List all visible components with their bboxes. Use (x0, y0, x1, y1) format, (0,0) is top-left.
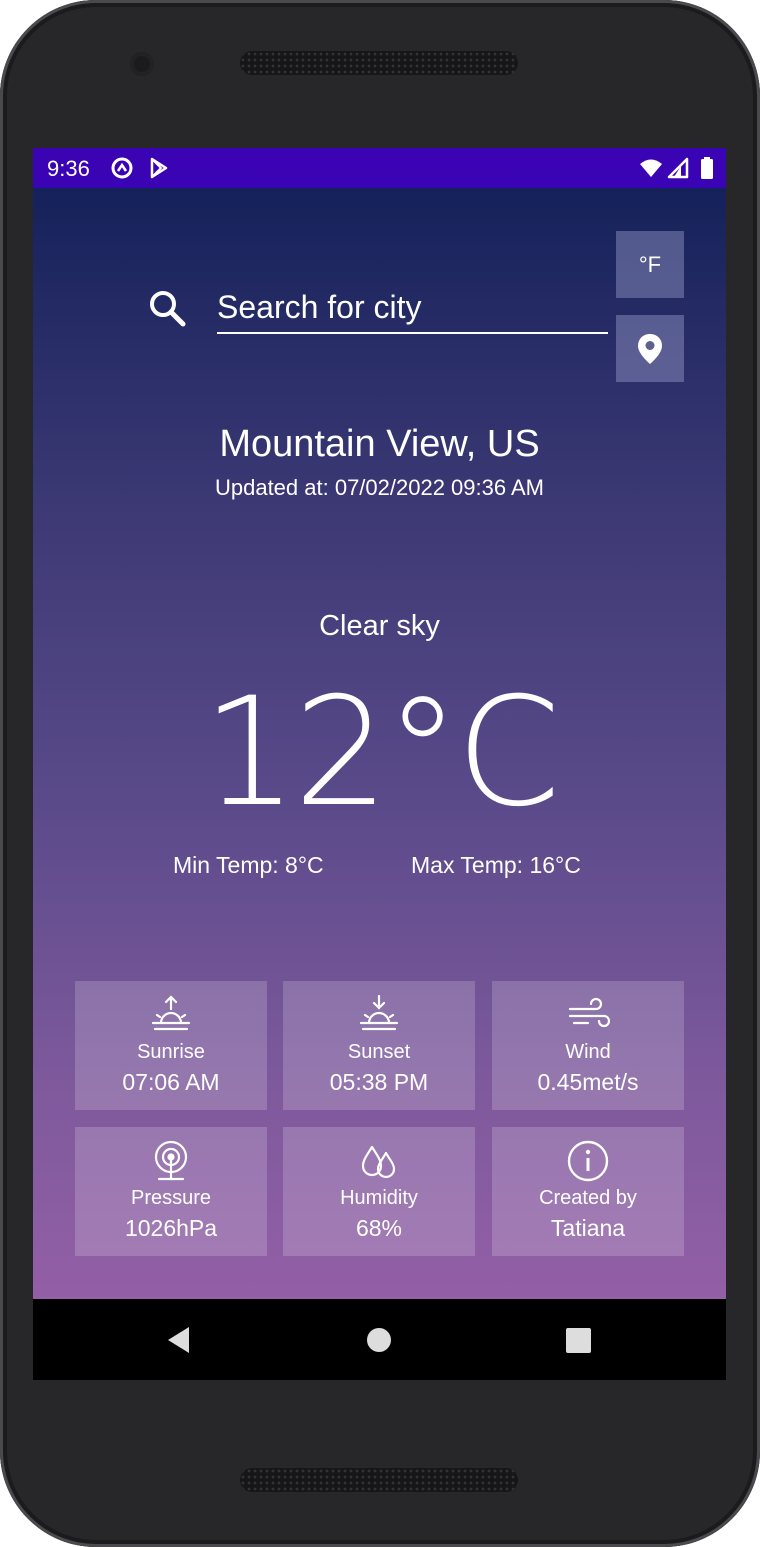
status-time: 9:36 (47, 156, 90, 181)
max-temperature: Max Temp: 16°C (411, 852, 581, 878)
sunset-tile: Sunset 05:38 PM (283, 981, 475, 1110)
status-bar: 9:36 (33, 148, 726, 188)
sync-status-icon (111, 157, 133, 179)
min-temperature: Min Temp: 8°C (173, 852, 324, 878)
pressure-label: Pressure (130, 1187, 212, 1209)
sunrise-icon (151, 995, 191, 1031)
navigation-bar (33, 1299, 726, 1380)
earpiece-speaker (240, 51, 518, 75)
battery-icon (701, 157, 713, 179)
bottom-speaker (240, 1468, 518, 1492)
search-input[interactable] (217, 282, 608, 334)
unit-toggle-button[interactable]: °F (616, 231, 684, 298)
city-name: Mountain View, US (219, 423, 540, 465)
humidity-value: 68% (355, 1215, 403, 1241)
phone-frame: 9:36 Search for city °F Mountain View, U… (0, 0, 760, 1547)
info-icon (567, 1140, 609, 1182)
pressure-icon (154, 1140, 188, 1181)
location-pin-icon (638, 333, 662, 364)
wind-icon (568, 997, 610, 1028)
current-location-button[interactable] (616, 315, 684, 382)
created-by-label: Created by (539, 1187, 637, 1209)
sunrise-tile: Sunrise 07:06 AM (75, 981, 267, 1110)
updated-at: Updated at: 07/02/2022 09:36 AM (214, 475, 545, 500)
current-temperature: 12°C (202, 666, 561, 840)
cell-signal-icon (667, 157, 689, 179)
front-camera (130, 52, 154, 76)
sunset-value: 05:38 PM (329, 1069, 429, 1095)
weather-description: Clear sky (319, 610, 440, 642)
play-store-icon (150, 157, 168, 179)
unit-toggle-label: °F (638, 251, 662, 277)
search-icon[interactable] (147, 288, 187, 328)
created-by-value: Tatiana (550, 1215, 626, 1241)
sunrise-value: 07:06 AM (122, 1069, 220, 1095)
sunrise-label: Sunrise (137, 1041, 205, 1063)
sunset-icon (359, 994, 399, 1031)
home-icon[interactable] (366, 1327, 392, 1353)
created-by-tile[interactable]: Created by Tatiana (492, 1127, 684, 1256)
pressure-tile: Pressure 1026hPa (75, 1127, 267, 1256)
weather-app: °F Mountain View, US Updated at: 07/02/2… (33, 188, 726, 1299)
wifi-icon (640, 159, 662, 177)
pressure-value: 1026hPa (124, 1215, 218, 1241)
humidity-label: Humidity (340, 1187, 418, 1209)
wind-tile: Wind 0.45met/s (492, 981, 684, 1110)
device-screen: 9:36 Search for city °F Mountain View, U… (33, 148, 726, 1380)
humidity-tile: Humidity 68% (283, 1127, 475, 1256)
wind-label: Wind (565, 1041, 611, 1063)
back-icon[interactable] (165, 1325, 193, 1355)
sunset-label: Sunset (347, 1041, 411, 1063)
humidity-icon (361, 1145, 396, 1179)
wind-value: 0.45met/s (537, 1069, 639, 1095)
recents-icon[interactable] (566, 1328, 591, 1353)
